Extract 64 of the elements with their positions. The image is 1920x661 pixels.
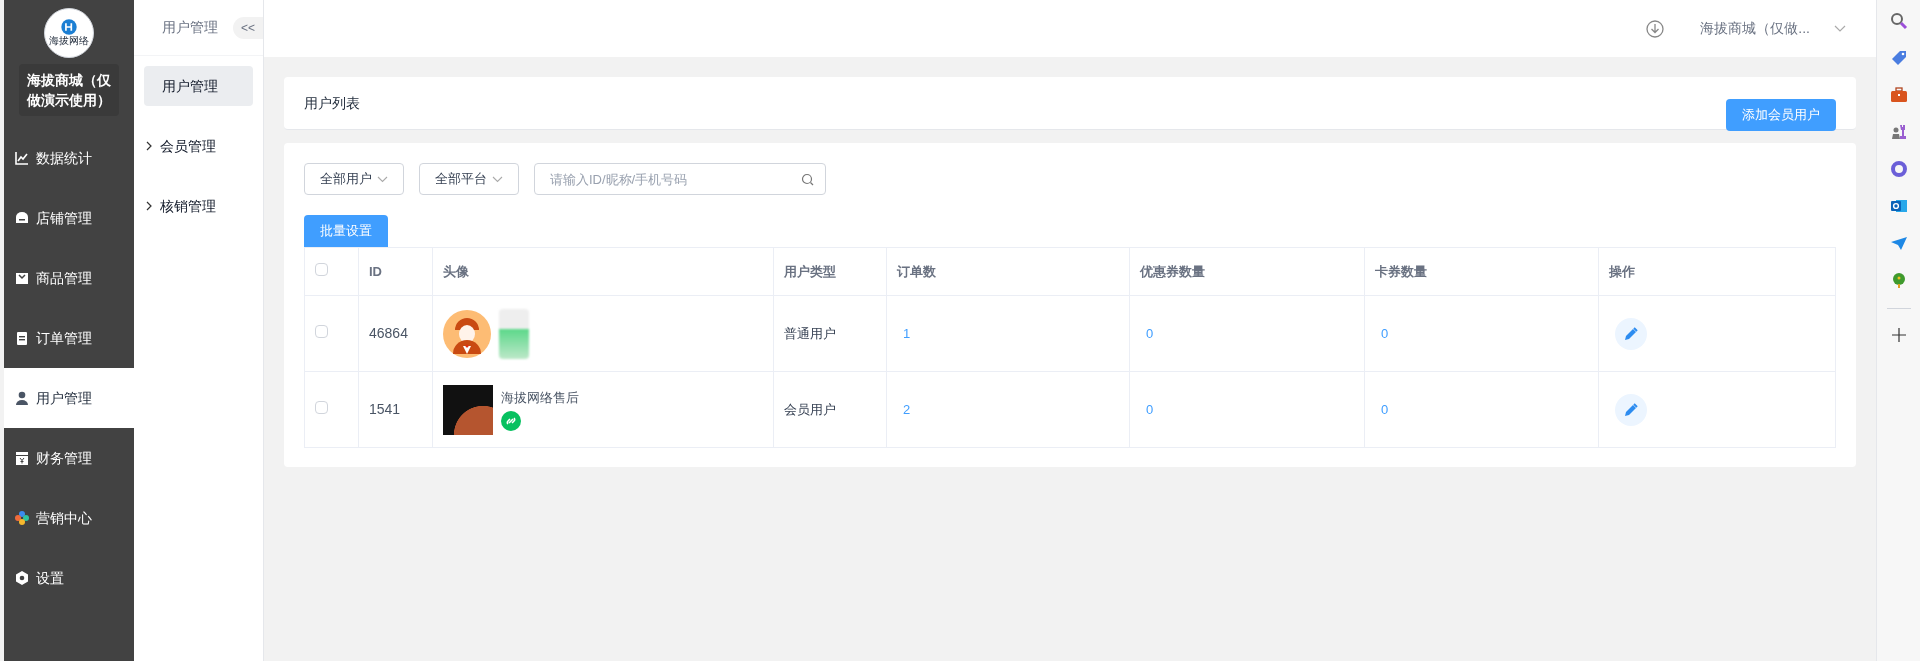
collapse-button[interactable]: <<	[233, 16, 263, 39]
checkbox[interactable]	[315, 262, 328, 276]
colored-dots-icon	[14, 510, 30, 526]
clipboard-icon	[14, 330, 30, 346]
nav-item[interactable]: 财务管理	[4, 428, 134, 488]
filter-dropdown[interactable]: 全部平台	[419, 163, 519, 195]
column-header: 卡券数量	[1364, 247, 1599, 296]
breadcrumb: 用户管理	[162, 18, 218, 37]
table-cell: 46864	[358, 295, 433, 372]
photo-placeholder	[443, 384, 493, 435]
chevron-down-icon	[377, 175, 388, 183]
add-icon[interactable]	[1891, 328, 1906, 342]
column-header: 操作	[1598, 247, 1836, 296]
chevron-down-icon	[492, 175, 503, 183]
toolbox-icon[interactable]	[1889, 86, 1908, 104]
card-title: 用户列表	[304, 93, 360, 113]
filter-dropdown[interactable]: 全部用户	[304, 163, 404, 195]
chevron-down-icon	[1834, 24, 1846, 33]
column-header: 优惠券数量	[1129, 247, 1365, 296]
nav-item[interactable]: 营销中心	[4, 488, 134, 548]
chevron-right-icon	[146, 141, 152, 151]
cartoon-avatar	[443, 309, 491, 358]
download-icon[interactable]	[1646, 19, 1665, 38]
brand-name: 海拔商城（仅做演示使用）	[19, 64, 119, 116]
store-switcher[interactable]: 海拔商城（仅做...	[1700, 18, 1846, 39]
search-icon	[801, 173, 814, 186]
search-field[interactable]: 请输入ID/昵称/手机号码	[534, 163, 826, 195]
column-header: ID	[358, 247, 433, 296]
mail-icon[interactable]	[1889, 197, 1908, 215]
cash-register-icon	[14, 450, 30, 466]
edit-button[interactable]	[1615, 317, 1647, 350]
store-icon	[14, 210, 30, 226]
table-cell: 会员用户	[773, 371, 887, 448]
nav-item[interactable]: 数据统计	[4, 128, 134, 188]
subnav-item[interactable]: 用户管理	[144, 66, 253, 106]
nav-item[interactable]: 用户管理	[4, 368, 134, 428]
edit-button[interactable]	[1615, 393, 1647, 426]
user-icon	[14, 390, 30, 406]
column-header: 头像	[432, 247, 774, 296]
pencil-icon	[1624, 402, 1638, 417]
table-cell: 普通用户	[773, 295, 887, 372]
nav-item[interactable]: 订单管理	[4, 308, 134, 368]
search-icon[interactable]	[1889, 12, 1908, 30]
checkbox[interactable]	[315, 324, 328, 338]
ring-logo-icon[interactable]	[1889, 160, 1908, 178]
logo-text: 海拔网络	[49, 35, 89, 47]
subnav-item[interactable]: 会员管理	[144, 126, 253, 166]
logo-mark-icon	[59, 19, 79, 35]
pencil-icon	[1624, 326, 1638, 341]
column-header: 用户类型	[773, 247, 887, 296]
checkbox[interactable]	[315, 400, 328, 414]
chess-pieces-icon[interactable]	[1889, 123, 1908, 141]
subnav-item[interactable]: 核销管理	[144, 186, 253, 226]
line-chart-icon	[14, 150, 30, 166]
table-cell: 1541	[358, 371, 433, 448]
nav-item[interactable]: 商品管理	[4, 248, 134, 308]
nav-item[interactable]: 店铺管理	[4, 188, 134, 248]
chevron-right-icon	[146, 201, 152, 211]
paper-plane-icon[interactable]	[1889, 234, 1908, 252]
column-header: 订单数	[886, 247, 1130, 296]
settings-icon	[14, 570, 30, 586]
bag-icon	[14, 270, 30, 286]
nav-item[interactable]: 设置	[4, 548, 134, 608]
user-name: 海拔网络售后	[501, 388, 579, 407]
